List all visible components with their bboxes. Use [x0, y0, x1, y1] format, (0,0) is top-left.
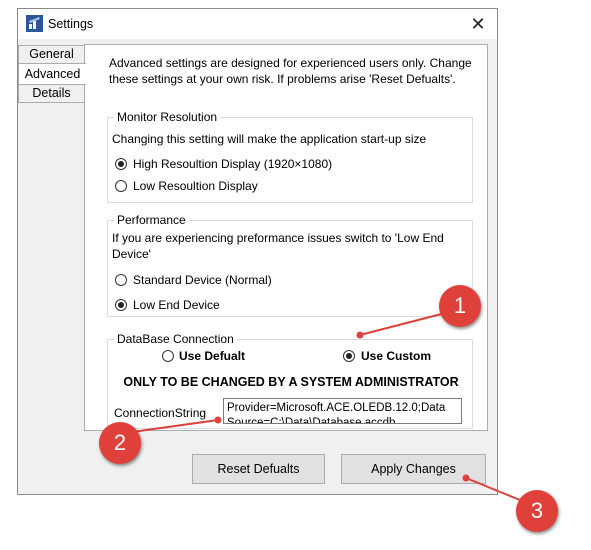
callout-marker-2: 2 [99, 422, 141, 464]
callout-lines [131, 309, 521, 501]
callout-line-2 [131, 419, 219, 433]
callout-dot-1 [356, 331, 364, 339]
tab-label: Advanced [24, 67, 81, 81]
callout-dot-2 [214, 416, 222, 424]
callout-marker-1: 1 [439, 285, 481, 327]
callout-marker-3: 3 [516, 490, 558, 532]
callout-line-3 [465, 477, 521, 501]
callout-dot-3 [462, 474, 470, 482]
tab-advanced[interactable]: Advanced [18, 63, 86, 85]
